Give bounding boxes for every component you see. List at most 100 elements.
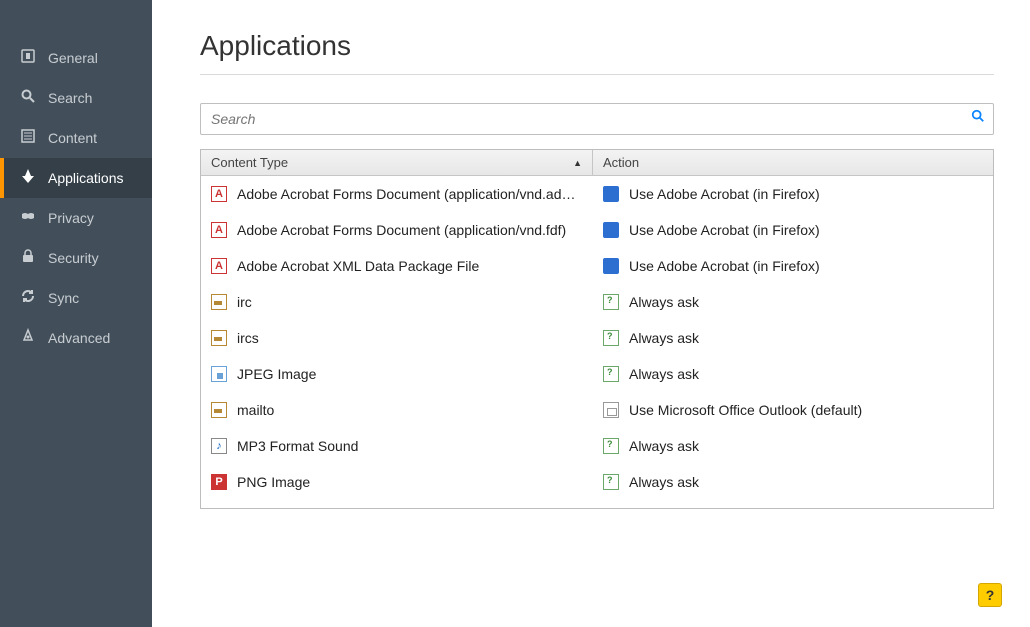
sidebar-item-security[interactable]: Security [0,238,152,278]
action-cell[interactable]: Always ask [593,366,993,382]
sync-icon [18,288,38,309]
action-icon [603,474,619,490]
applications-table: Content Type ▲ Action A Adobe Acrobat For… [200,149,994,509]
action-icon [603,258,619,274]
action-cell[interactable]: Always ask [593,294,993,310]
search-icon[interactable] [971,109,985,126]
column-action[interactable]: Action [593,150,993,175]
content-type-cell: irc [201,294,593,310]
table-row[interactable]: irc Always ask [201,284,993,320]
action-icon [603,402,619,418]
action-text: Always ask [629,366,699,382]
column-content-type[interactable]: Content Type ▲ [201,150,593,175]
action-text: Use Adobe Acrobat (in Firefox) [629,186,820,202]
action-cell[interactable]: Always ask [593,474,993,490]
sort-indicator-icon: ▲ [573,158,582,168]
action-cell[interactable]: Use Adobe Acrobat (in Firefox) [593,222,993,238]
action-text: Use Adobe Acrobat (in Firefox) [629,258,820,274]
content-type-text: Adobe Acrobat Forms Document (applicatio… [237,186,583,202]
help-button[interactable]: ? [978,583,1002,607]
action-cell[interactable]: Use Adobe Acrobat (in Firefox) [593,258,993,274]
sidebar-item-label: Sync [48,290,79,306]
sidebar-item-label: Applications [48,170,124,186]
content-type-text: Adobe Acrobat Forms Document (applicatio… [237,222,566,238]
security-icon [18,248,38,269]
content-type-cell: A Adobe Acrobat Forms Document (applicati… [201,186,593,202]
table-row[interactable]: P PNG Image Always ask [201,464,993,500]
action-text: Always ask [629,294,699,310]
sidebar-item-search[interactable]: Search [0,78,152,118]
content-type-cell: mailto [201,402,593,418]
sidebar-item-label: Search [48,90,92,106]
sidebar-item-label: Security [48,250,99,266]
page-title: Applications [200,30,994,75]
action-cell[interactable]: Always ask [593,438,993,454]
column-label: Action [603,155,639,170]
table-row[interactable]: A Adobe Acrobat Forms Document (applicati… [201,212,993,248]
sidebar-item-advanced[interactable]: Advanced [0,318,152,358]
table-row[interactable]: mailto Use Microsoft Office Outlook (defa… [201,392,993,428]
table-row[interactable]: PodcastPreview in Firefox [201,500,993,508]
table-row[interactable]: A Adobe Acrobat Forms Document (applicati… [201,176,993,212]
content-type-text: MP3 Format Sound [237,438,358,454]
action-icon [603,186,619,202]
sidebar-item-applications[interactable]: Applications [0,158,152,198]
file-type-icon [211,366,227,382]
sidebar-item-label: Content [48,130,97,146]
sidebar-item-label: Privacy [48,210,94,226]
main-panel: Applications Content Type ▲ Action A Adob… [152,0,1030,627]
content-type-cell: JPEG Image [201,366,593,382]
table-row[interactable]: ♪ MP3 Format Sound Always ask [201,428,993,464]
action-icon [603,222,619,238]
content-type-cell: ircs [201,330,593,346]
content-type-cell: P PNG Image [201,474,593,490]
table-body[interactable]: A Adobe Acrobat Forms Document (applicati… [201,176,993,508]
file-type-icon: A [211,186,227,202]
table-row[interactable]: A Adobe Acrobat XML Data Package File Use … [201,248,993,284]
action-icon [603,330,619,346]
file-type-icon: A [211,258,227,274]
sidebar-item-label: General [48,50,98,66]
action-text: Use Adobe Acrobat (in Firefox) [629,222,820,238]
content-type-text: Adobe Acrobat XML Data Package File [237,258,479,274]
file-type-icon: P [211,474,227,490]
content-type-text: ircs [237,330,259,346]
column-label: Content Type [211,155,288,170]
content-icon [18,128,38,149]
privacy-icon [18,208,38,229]
sidebar-item-label: Advanced [48,330,110,346]
search-box[interactable] [200,103,994,135]
file-type-icon [211,294,227,310]
sidebar-item-sync[interactable]: Sync [0,278,152,318]
file-type-icon: ♪ [211,438,227,454]
sidebar: General Search Content Applications Privacy S… [0,0,152,627]
action-icon [603,366,619,382]
content-type-text: PNG Image [237,474,310,490]
action-cell[interactable]: Always ask [593,330,993,346]
content-type-text: JPEG Image [237,366,316,382]
content-type-cell: A Adobe Acrobat XML Data Package File [201,258,593,274]
file-type-icon [211,330,227,346]
action-text: Always ask [629,330,699,346]
action-cell[interactable]: Use Microsoft Office Outlook (default) [593,402,993,418]
table-row[interactable]: ircs Always ask [201,320,993,356]
applications-icon [18,168,38,189]
action-icon [603,294,619,310]
sidebar-item-privacy[interactable]: Privacy [0,198,152,238]
content-type-cell: ♪ MP3 Format Sound [201,438,593,454]
search-input[interactable] [201,104,957,134]
action-text: Use Microsoft Office Outlook (default) [629,402,862,418]
table-row[interactable]: JPEG Image Always ask [201,356,993,392]
action-text: Always ask [629,438,699,454]
content-type-text: mailto [237,402,274,418]
file-type-icon: A [211,222,227,238]
general-icon [18,48,38,69]
sidebar-item-content[interactable]: Content [0,118,152,158]
file-type-icon [211,402,227,418]
action-text: Always ask [629,474,699,490]
action-cell[interactable]: Use Adobe Acrobat (in Firefox) [593,186,993,202]
sidebar-item-general[interactable]: General [0,38,152,78]
content-type-text: irc [237,294,252,310]
content-type-cell: A Adobe Acrobat Forms Document (applicati… [201,222,593,238]
action-icon [603,438,619,454]
